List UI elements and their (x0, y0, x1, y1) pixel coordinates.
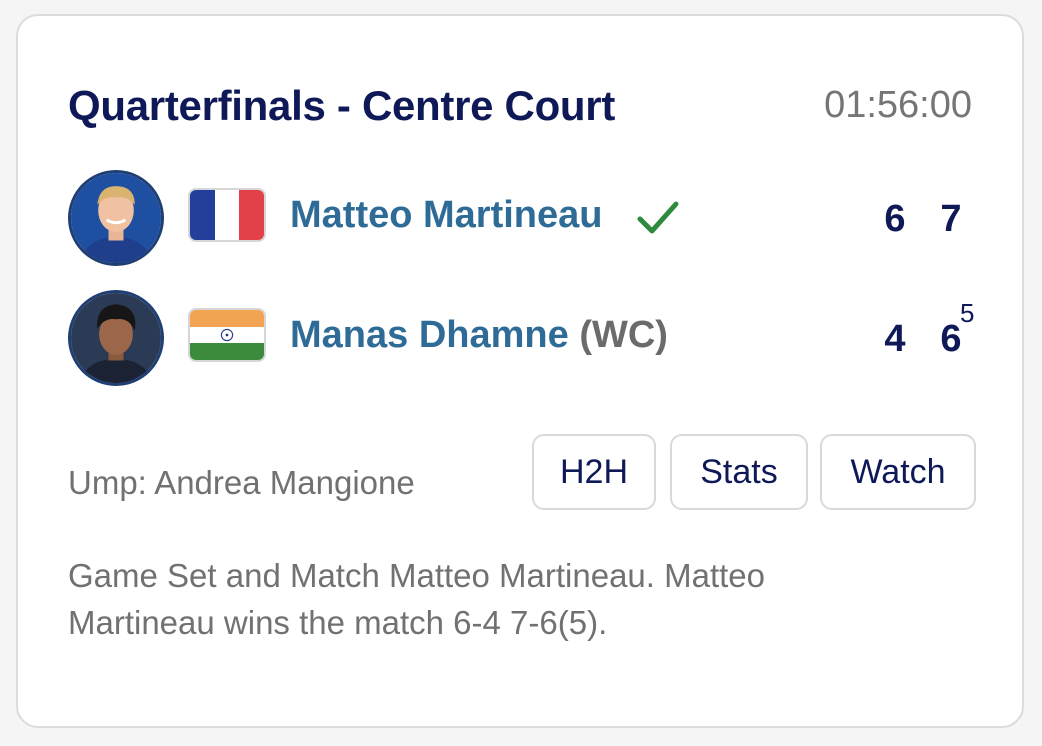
umpire-label: Ump: Andrea Mangione (68, 464, 415, 501)
h2h-button[interactable]: H2H (532, 434, 656, 510)
player-2-seed: (WC) (579, 314, 668, 356)
watch-button[interactable]: Watch (820, 434, 976, 510)
player-row-1: Matteo Martineau 6 7 (68, 170, 978, 266)
player-1-avatar[interactable] (68, 170, 164, 266)
stats-button[interactable]: Stats (670, 434, 808, 510)
match-duration: 01:56:00 (824, 84, 972, 126)
match-card: Quarterfinals - Centre Court 01:56:00 Ma… (16, 14, 1024, 728)
match-summary: Game Set and Match Matteo Martineau. Mat… (68, 557, 766, 641)
player-2-name-text: Manas Dhamne (290, 314, 569, 356)
player-1-name[interactable]: Matteo Martineau (290, 194, 602, 237)
player-1-set-1-score: 6 (884, 198, 906, 240)
player-1-set-2-score: 7 (940, 198, 962, 240)
player-2-avatar[interactable] (68, 290, 164, 386)
match-title: Quarterfinals - Centre Court (68, 82, 616, 129)
player-1-name-text: Matteo Martineau (290, 194, 603, 236)
player-2-set-1-score: 4 (884, 318, 906, 360)
player-2-tiebreak-score: 5 (960, 298, 975, 328)
player-row-2: Manas Dhamne (WC) 4 6 5 (68, 290, 978, 386)
india-flag-icon (188, 308, 266, 362)
winner-check-icon (637, 201, 679, 234)
player-2-name[interactable]: Manas Dhamne (WC) (290, 314, 668, 357)
france-flag-icon (188, 188, 266, 242)
